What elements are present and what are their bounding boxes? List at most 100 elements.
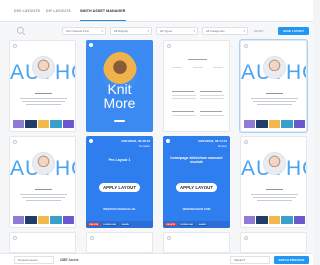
display-select-value: All Display <box>114 29 129 33</box>
text-line <box>26 104 61 105</box>
text-line <box>200 95 224 96</box>
select-checkbox[interactable] <box>167 44 171 48</box>
text-line <box>200 98 224 99</box>
text-line <box>266 93 283 95</box>
asset-date: 03/04/2024, 06:14:13 <box>198 139 227 143</box>
batch-process-button[interactable]: BATCH PROCESS <box>274 256 309 264</box>
avatar <box>32 152 55 175</box>
avatar <box>263 56 286 79</box>
select-checkbox[interactable] <box>13 44 17 48</box>
text-line <box>251 194 298 195</box>
search-icon[interactable] <box>16 26 26 36</box>
thumbnail-strip <box>13 216 75 224</box>
share-button[interactable]: SHARE <box>119 222 131 227</box>
asset-count-label: Assets <box>68 258 79 262</box>
share-button[interactable]: SHARE <box>196 222 208 227</box>
download-button[interactable]: DOWNLOAD <box>178 222 195 227</box>
sort-by-select[interactable]: Newest Assets <box>14 256 54 264</box>
text-line <box>257 104 292 105</box>
sort-by-value: Newest Assets <box>18 258 38 262</box>
select-checkbox[interactable] <box>13 140 17 144</box>
text-line <box>172 67 182 68</box>
asset-card-row3-1[interactable] <box>9 232 76 253</box>
text-line <box>213 67 223 68</box>
asset-card-author-1[interactable]: AUTHOR <box>9 40 76 132</box>
apply-layout-button[interactable]: APPLY LAYOUT <box>99 183 140 192</box>
tab-smith-asset-manager[interactable]: SMITH ASSET MANAGER <box>80 9 126 21</box>
footer-bar: Newest Assets 1357 Assets SELECT BATCH P… <box>0 253 313 265</box>
select-checkbox[interactable] <box>166 139 170 143</box>
text-line <box>20 98 67 99</box>
text-line <box>172 95 196 96</box>
asset-card-document[interactable] <box>163 40 230 132</box>
chevron-down-icon: ▾ <box>147 29 149 33</box>
asset-card-knit-more[interactable]: Knit More <box>86 40 153 132</box>
text-line <box>22 197 65 198</box>
avatar <box>263 152 286 175</box>
asset-date: 03/04/2024, 06:38:19 <box>121 139 150 143</box>
text-line <box>172 115 196 116</box>
asset-card-author-3[interactable]: AUTHOR <box>9 136 76 228</box>
asset-card-author-4[interactable]: AUTHOR <box>240 136 307 228</box>
select-checkbox[interactable] <box>244 44 248 48</box>
text-line <box>22 101 65 102</box>
delete-button[interactable]: DELETE <box>165 222 177 227</box>
display-select[interactable]: All Display ▾ <box>110 27 152 35</box>
select-checkbox[interactable] <box>89 139 93 143</box>
asset-type: Module <box>217 144 227 148</box>
select-checkbox[interactable] <box>13 236 17 240</box>
thumbnail-strip <box>244 216 306 224</box>
asset-manager: DIVI LAYOUTS DIY LAYOUTS SMITH ASSET MAN… <box>0 0 313 265</box>
avatar <box>32 56 55 79</box>
text-line <box>35 189 52 191</box>
asset-title: Pro Layout 1 <box>108 158 131 162</box>
knit-heading: Knit <box>107 81 132 97</box>
text-line <box>266 189 283 191</box>
asset-card-row3-2[interactable] <box>86 232 153 253</box>
select-checkbox[interactable] <box>244 236 248 240</box>
chevron-down-icon: ▾ <box>243 29 245 33</box>
chevron-down-icon: ▾ <box>101 29 103 33</box>
select-checkbox[interactable] <box>167 236 171 240</box>
select-checkbox[interactable] <box>89 43 93 47</box>
select-checkbox[interactable] <box>244 140 248 144</box>
thumbnail-strip <box>13 120 75 128</box>
types-select[interactable]: All Types ▾ <box>156 27 198 35</box>
text-line <box>172 111 194 112</box>
asset-site: WEBSMASHER.COM <box>182 207 211 211</box>
apply-layout-button[interactable]: APPLY LAYOUT <box>176 183 217 192</box>
bulk-action-value: SELECT <box>234 258 246 262</box>
chevron-down-icon: ▾ <box>193 29 195 33</box>
text-line <box>188 59 207 60</box>
more-heading: More <box>103 95 136 111</box>
text-line <box>200 115 224 116</box>
bulk-action-select[interactable]: SELECT <box>230 256 270 264</box>
asset-card-row3-3[interactable] <box>163 232 230 253</box>
asset-card-author-2[interactable]: AUTHOR <box>239 39 308 133</box>
categories-select[interactable]: All Categories ▾ <box>202 27 248 35</box>
text-line <box>253 101 296 102</box>
select-checkbox[interactable] <box>90 236 94 240</box>
save-layout-button[interactable]: SAVE LAYOUT <box>278 27 309 35</box>
asset-type: Template <box>138 144 150 148</box>
asset-count-number: 1357 <box>60 258 68 262</box>
text-line <box>35 93 52 95</box>
asset-card-row3-4[interactable] <box>240 232 307 253</box>
asset-card-pro-layout-1[interactable]: 03/04/2024, 06:38:19 Template Pro Layout… <box>86 136 153 228</box>
asset-card-homepage-slideshow[interactable]: 03/04/2024, 06:14:13 Module homepage sli… <box>163 136 230 228</box>
asset-title: homepage slideshow carousel module <box>170 156 223 165</box>
asset-count: 1357 Assets <box>60 258 79 262</box>
tab-divi-layouts[interactable]: DIVI LAYOUTS <box>14 9 40 13</box>
tab-diy-layouts[interactable]: DIY LAYOUTS <box>46 9 71 13</box>
card-actions: DELETE DOWNLOAD SHARE <box>163 221 230 228</box>
delete-button[interactable]: DELETE <box>88 222 100 227</box>
tab-bar: DIVI LAYOUTS DIY LAYOUTS SMITH ASSET MAN… <box>0 0 313 22</box>
text-line <box>257 200 292 201</box>
sort-select[interactable]: Sort Newest First ▾ <box>62 27 106 35</box>
text-line <box>251 98 298 99</box>
text-line <box>253 197 296 198</box>
download-button[interactable]: DOWNLOAD <box>101 222 118 227</box>
types-select-value: All Types <box>160 29 173 33</box>
reset-button[interactable]: RESET <box>254 27 264 35</box>
cta-bar <box>114 120 125 122</box>
